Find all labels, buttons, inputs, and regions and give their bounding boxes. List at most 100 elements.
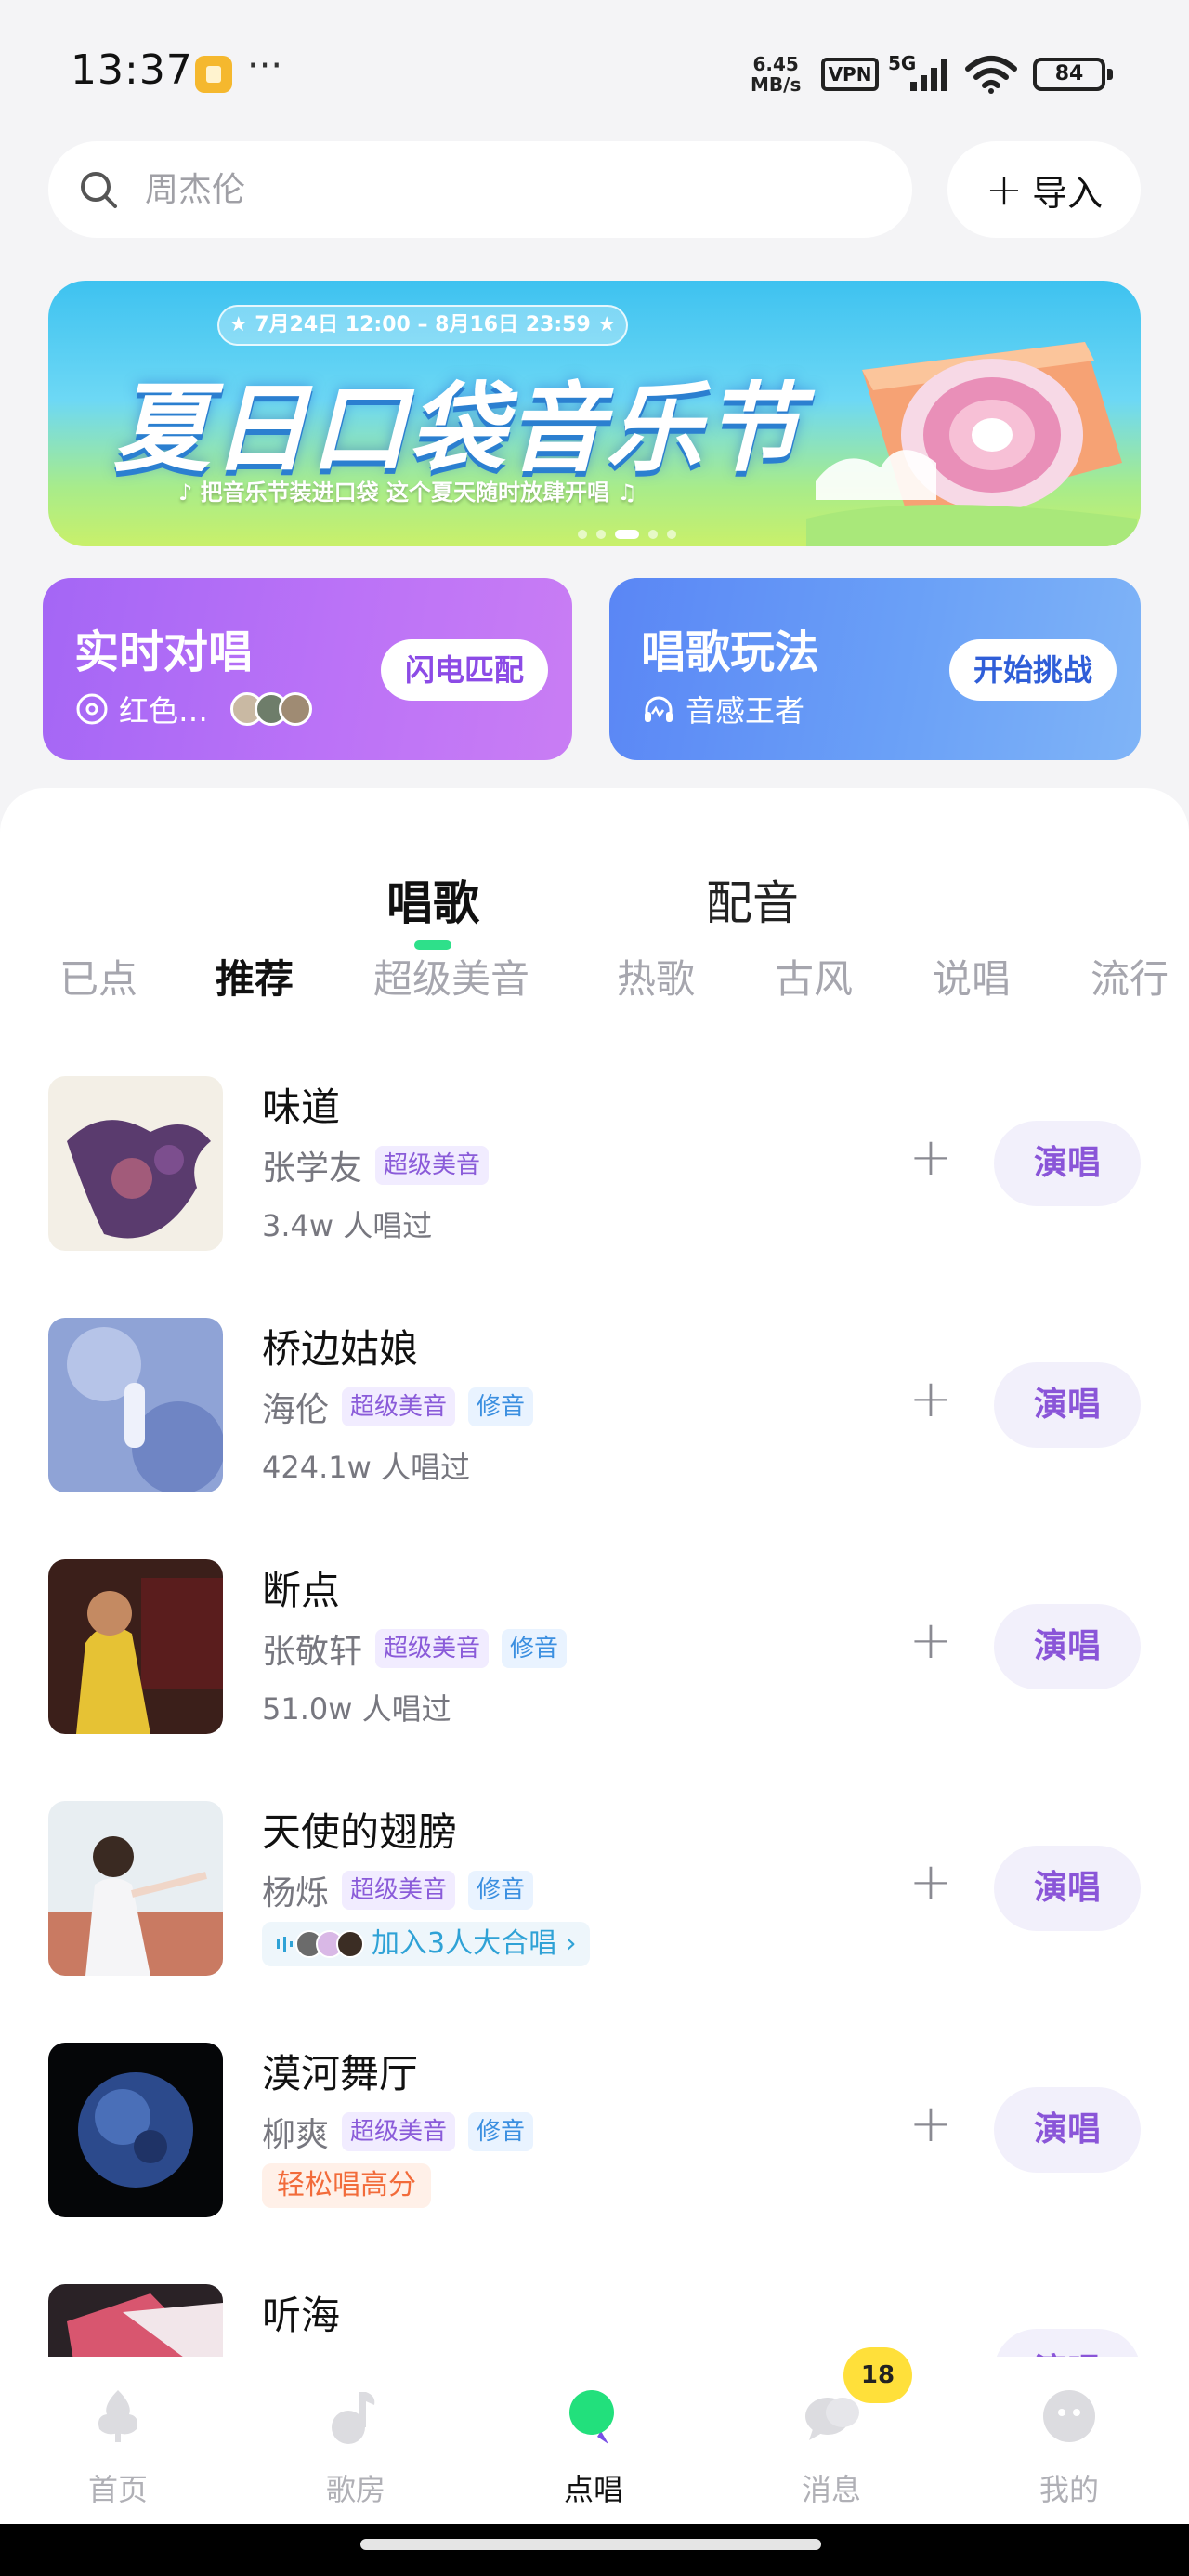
add-to-list-button[interactable]: + — [903, 1373, 959, 1429]
song-row[interactable]: 断点 张敬轩 超级美音 修音 51.0w 人唱过 + 演唱 — [48, 1559, 1141, 1736]
super-voice-tag: 超级美音 — [342, 2112, 456, 2151]
join-chorus-label: 加入3人大合唱 › — [372, 1927, 577, 1960]
music-note-icon — [332, 2392, 375, 2444]
sing-button[interactable]: 演唱 — [994, 1846, 1141, 1931]
album-cover — [48, 1318, 223, 1492]
song-title: 味道 — [262, 1084, 341, 1130]
tab-sing[interactable]: 唱歌 — [386, 866, 479, 950]
song-artist: 张敬轩 — [262, 1633, 363, 1671]
clock: 13:37 — [71, 46, 193, 94]
song-row[interactable]: 桥边姑娘 海伦 超级美音 修音 424.1w 人唱过 + 演唱 — [48, 1318, 1141, 1494]
song-title: 漠河舞厅 — [262, 2051, 419, 2096]
search-bar[interactable] — [48, 141, 912, 238]
autotune-tag: 修音 — [502, 1629, 568, 1668]
duet-card-subtitle: 红色… — [119, 693, 209, 729]
import-button[interactable]: + 导入 — [947, 141, 1141, 238]
banner-title: 夏日口袋音乐节 — [113, 372, 804, 485]
add-to-list-button[interactable]: + — [903, 1857, 959, 1912]
category-tab-ordered[interactable]: 已点 — [59, 948, 137, 1005]
vpn-indicator: VPN — [821, 58, 879, 91]
speed-unit: MB/s — [751, 73, 802, 96]
song-title: 听海 — [262, 2293, 341, 2338]
nav-rooms-label: 歌房 — [325, 2472, 385, 2507]
nav-sing-label: 点唱 — [563, 2472, 623, 2507]
mic-icon — [569, 2390, 614, 2444]
song-row[interactable]: 味道 张学友 超级美音 3.4w 人唱过 + 演唱 — [48, 1076, 1141, 1253]
singing-games-card[interactable]: 唱歌玩法 音感王者 开始挑战 — [609, 578, 1141, 760]
easy-high-score-chip: 轻松唱高分 — [262, 2163, 431, 2208]
lightning-match-button[interactable]: 闪电匹配 — [380, 639, 548, 701]
add-to-list-button[interactable]: + — [903, 2098, 959, 2154]
super-voice-tag: 超级美音 — [342, 1387, 456, 1426]
matched-user-avatars — [230, 692, 313, 726]
games-card-title: 唱歌玩法 — [641, 626, 820, 678]
battery-indicator: 84 — [1033, 58, 1113, 91]
home-indicator[interactable] — [360, 2539, 821, 2550]
duet-card-subtitle-row: 红色… — [74, 688, 313, 730]
sing-button[interactable]: 演唱 — [994, 1604, 1141, 1689]
nav-home[interactable]: 首页 — [48, 2383, 188, 2509]
nav-profile[interactable]: 我的 — [1000, 2383, 1139, 2509]
sung-count: 424.1w 人唱过 — [262, 1450, 470, 1485]
join-chorus-chip[interactable]: 加入3人大合唱 › — [262, 1922, 590, 1966]
nav-sing[interactable]: 点唱 — [524, 2383, 663, 2509]
sing-button[interactable]: 演唱 — [994, 1121, 1141, 1206]
category-tab-super-voice[interactable]: 超级美音 — [373, 948, 529, 1005]
headphones-icon — [645, 696, 673, 722]
song-row[interactable]: 听海 演唱 — [48, 2284, 1141, 2359]
song-panel: 唱歌 配音 已点 推荐 超级美音 热歌 古风 说唱 流行 味道 张学友 超级美音… — [0, 788, 1189, 2359]
games-card-subtitle: 音感王者 — [686, 693, 805, 729]
profile-icon — [1043, 2390, 1095, 2442]
home-icon — [98, 2390, 137, 2442]
category-tab-rap[interactable]: 说唱 — [933, 948, 1011, 1005]
category-tab-classical[interactable]: 古风 — [775, 948, 853, 1005]
games-card-subtitle-row: 音感王者 — [641, 688, 804, 730]
song-row[interactable]: 漠河舞厅 柳爽 超级美音 修音 轻松唱高分 + 演唱 — [48, 2043, 1141, 2219]
category-tab-pop[interactable]: 流行 — [1091, 948, 1169, 1005]
song-meta: 杨烁 超级美音 修音 — [262, 1866, 534, 1914]
main-tabs: 唱歌 配音 — [0, 825, 1189, 950]
nav-profile-label: 我的 — [1039, 2472, 1099, 2507]
song-meta: 海伦 超级美音 修音 — [262, 1383, 534, 1431]
album-cover — [48, 1801, 223, 1976]
super-voice-tag: 超级美音 — [342, 1871, 456, 1910]
wifi-icon — [965, 56, 1017, 94]
super-voice-tag: 超级美音 — [375, 1629, 490, 1668]
nav-messages-label: 消息 — [801, 2472, 861, 2507]
add-to-list-button[interactable]: + — [903, 1132, 959, 1188]
record-player-illustration — [806, 342, 1137, 546]
autotune-tag: 修音 — [468, 2112, 534, 2151]
song-row[interactable]: 天使的翅膀 杨烁 超级美音 修音 加入3人大合唱 › + 演唱 — [48, 1801, 1141, 1978]
message-count-badge: 18 — [843, 2347, 912, 2403]
add-to-list-button[interactable]: + — [903, 1615, 959, 1671]
status-bar: 13:37 ··· 6.45 MB/s VPN 5G 84 — [0, 0, 1189, 139]
song-artist: 海伦 — [262, 1391, 330, 1429]
song-meta: 柳爽 超级美音 修音 — [262, 2108, 534, 2156]
sing-button[interactable]: 演唱 — [994, 1362, 1141, 1448]
autotune-tag: 修音 — [468, 1871, 534, 1910]
signal-icon — [910, 59, 947, 91]
search-input[interactable] — [145, 162, 869, 217]
disc-icon — [76, 693, 108, 725]
realtime-duet-card[interactable]: 实时对唱 红色… 闪电匹配 — [43, 578, 572, 760]
category-tab-recommended[interactable]: 推荐 — [216, 948, 294, 1005]
song-artist: 柳爽 — [262, 2116, 330, 2154]
start-challenge-button[interactable]: 开始挑战 — [948, 639, 1117, 701]
chorus-avatars — [295, 1930, 364, 1958]
nav-rooms[interactable]: 歌房 — [286, 2383, 425, 2509]
category-tab-hot[interactable]: 热歌 — [617, 948, 695, 1005]
promo-banner[interactable]: ★ 7月24日 12:00 – 8月16日 23:59 ★ 夏日口袋音乐节 ♪ … — [48, 281, 1141, 546]
banner-subtitle: ♪ 把音乐节装进口袋 这个夏天随时放肆开唱 ♫ — [178, 480, 637, 506]
speed-value: 6.45 — [752, 53, 799, 75]
tab-sing-label: 唱歌 — [386, 876, 479, 930]
category-tabs: 已点 推荐 超级美音 热歌 古风 说唱 流行 — [0, 948, 1189, 1013]
tab-dubbing-label: 配音 — [706, 876, 799, 930]
bottom-nav: 首页 歌房 点唱 消息 我的 — [0, 2357, 1189, 2524]
sing-button[interactable]: 演唱 — [994, 2329, 1141, 2359]
tab-dubbing[interactable]: 配音 — [706, 866, 799, 933]
song-title: 断点 — [262, 1568, 341, 1613]
sung-count: 51.0w 人唱过 — [262, 1691, 451, 1727]
sing-button[interactable]: 演唱 — [994, 2087, 1141, 2173]
gesture-bar-background — [0, 2524, 1189, 2576]
banner-date: ★ 7月24日 12:00 – 8月16日 23:59 ★ — [217, 305, 628, 346]
